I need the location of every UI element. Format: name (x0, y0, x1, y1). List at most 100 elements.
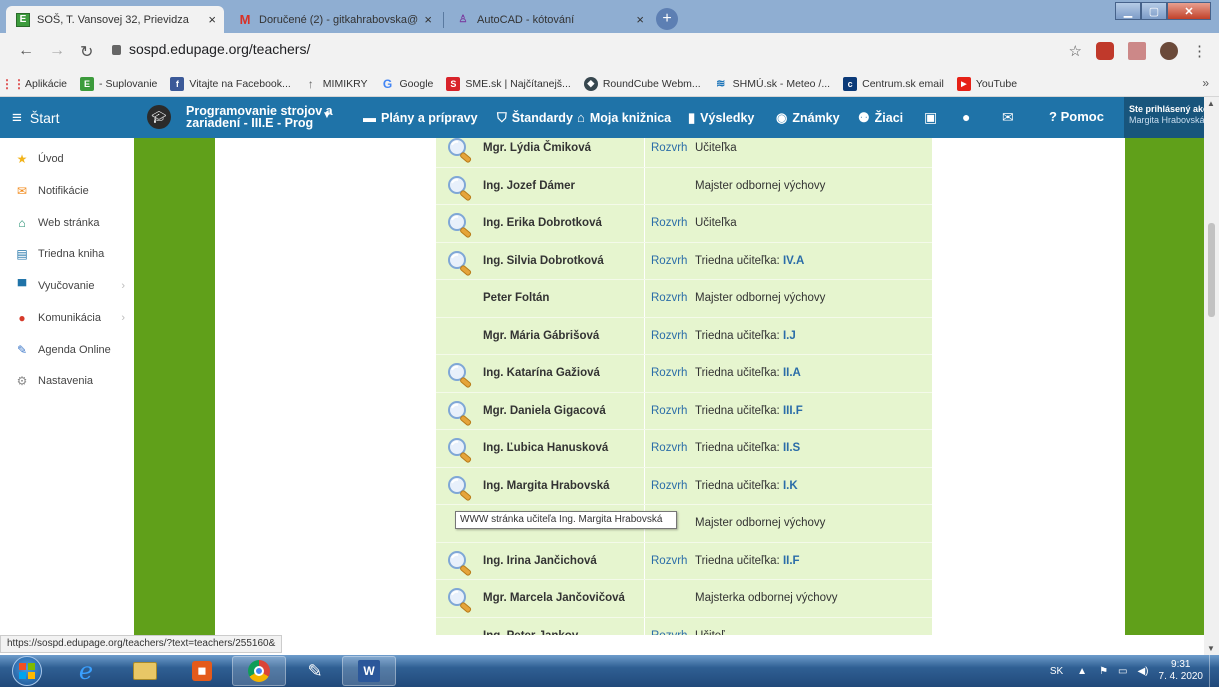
start-button[interactable]: ≡ Štart (12, 108, 60, 128)
url-field[interactable]: sospd.edupage.org/teachers/ (112, 41, 310, 57)
taskbar-ie[interactable]: e (59, 656, 113, 686)
close-icon[interactable]: × (636, 12, 644, 27)
sidebar-item-agenda[interactable]: ✎ Agenda Online (14, 342, 129, 358)
bookmark-facebook[interactable]: f Vitajte na Facebook... (170, 76, 291, 91)
role-text: Učiteľ (695, 630, 725, 636)
chevron-down-icon[interactable]: ▼ (322, 110, 332, 121)
magnifier-icon[interactable] (446, 362, 474, 388)
schedule-link[interactable]: Rozvrh (651, 405, 687, 417)
bookmark-mimikry[interactable]: ↑ MIMIKRY (304, 77, 368, 91)
mail-icon[interactable]: ✉ (1002, 109, 1014, 126)
language-indicator[interactable]: SK (1050, 666, 1063, 677)
chat-bubbles-icon[interactable]: ● (962, 109, 970, 125)
scroll-up-icon[interactable]: ▲ (1207, 99, 1215, 108)
tray-expand-icon[interactable]: ▲ (1077, 666, 1087, 677)
windows-start-button[interactable] (12, 656, 42, 686)
avatar[interactable] (1160, 42, 1178, 60)
magnifier-icon[interactable] (446, 400, 474, 426)
bookmark-shmu[interactable]: ≋ SHMÚ.sk - Meteo /... (714, 77, 830, 91)
maximize-button[interactable]: ▢ (1141, 2, 1167, 20)
magnifier-icon[interactable] (446, 212, 474, 238)
schedule-link[interactable]: Rozvrh (651, 367, 687, 379)
bookmark-apps[interactable]: ⋮⋮ Aplikácie (1, 77, 67, 91)
bookmark-roundcube[interactable]: ◆ RoundCube Webm... (583, 76, 701, 91)
bookmark-youtube[interactable]: ▶ YouTube (956, 76, 1017, 91)
taskbar-word[interactable]: W (342, 656, 396, 686)
menu-standardy[interactable]: ⛉ Štandardy (497, 110, 573, 126)
schedule-link[interactable]: Rozvrh (651, 330, 687, 342)
menu-ziaci[interactable]: ⚉ Žiaci (858, 110, 903, 126)
bookmark-sme[interactable]: S SME.sk | Najčítanejš... (446, 76, 571, 91)
sidebar-item-uvod[interactable]: ★ Úvod (14, 151, 129, 167)
menu-dots-icon[interactable]: ⋮ (1192, 42, 1207, 60)
close-icon[interactable]: × (424, 12, 432, 27)
show-desktop-button[interactable] (1209, 655, 1219, 687)
user-box[interactable]: Ste prihlásený ako Margita Hrabovská (1124, 97, 1213, 138)
course-selector[interactable]: Programovanie strojov a zariadení - III.… (186, 105, 333, 130)
schedule-link[interactable]: Rozvrh (651, 292, 687, 304)
tooltip: WWW stránka učiteľa Ing. Margita Hrabovs… (455, 511, 677, 529)
schedule-link[interactable]: Rozvrh (651, 142, 687, 154)
class-link[interactable]: II.S (783, 442, 800, 454)
bookmark-centrum[interactable]: c Centrum.sk email (843, 76, 944, 91)
new-tab-button[interactable]: + (656, 8, 678, 30)
taskbar-media[interactable]: ◼ (175, 656, 229, 686)
class-link[interactable]: III.F (783, 405, 803, 417)
magnifier-icon[interactable] (446, 475, 474, 501)
tab-gmail[interactable]: M Doručené (2) - gitkahrabovska@ × (228, 6, 440, 33)
class-link[interactable]: I.K (783, 480, 798, 492)
scroll-down-icon[interactable]: ▼ (1207, 644, 1215, 653)
scroll-thumb[interactable] (1208, 223, 1215, 317)
sidebar-item-notifikacie[interactable]: ✉ Notifikácie (14, 183, 129, 199)
tab-autocad[interactable]: ♙ AutoCAD - kótování × (446, 6, 652, 33)
sidebar-item-triedna[interactable]: ▤ Triedna kniha (14, 246, 129, 262)
menu-znamky[interactable]: ◉ Známky (776, 110, 840, 126)
magnifier-icon[interactable] (446, 550, 474, 576)
close-icon[interactable]: × (208, 12, 216, 27)
sidebar-item-komunikacia[interactable]: ● Komunikácia › (14, 310, 129, 326)
back-icon[interactable]: ← (18, 42, 34, 60)
magnifier-icon[interactable] (446, 587, 474, 613)
help-button[interactable]: ? Pomoc (1049, 109, 1104, 124)
clock[interactable]: 9:31 7. 4. 2020 (1159, 659, 1203, 683)
bookmarks-overflow-button[interactable]: » (1202, 76, 1209, 90)
bookmark-suplovanie[interactable]: E - Suplovanie (80, 76, 157, 91)
taskbar-explorer[interactable] (118, 656, 172, 686)
rss-icon[interactable]: ▣ (924, 109, 937, 126)
pdf-extension-icon[interactable] (1128, 42, 1146, 60)
schedule-link[interactable]: Rozvrh (651, 555, 687, 567)
minimize-button[interactable]: ▁ (1115, 2, 1141, 20)
bookmark-google[interactable]: G Google (381, 77, 434, 91)
tab-edupage[interactable]: E SOŠ, T. Vansovej 32, Prievidza × (6, 6, 224, 33)
bookmark-star-icon[interactable]: ☆ (1069, 42, 1082, 60)
menu-kniznica[interactable]: ⌂ Moja knižnica (577, 110, 671, 125)
magnifier-icon[interactable] (446, 250, 474, 276)
sidebar-item-web[interactable]: ⌂ Web stránka (14, 215, 129, 231)
class-link[interactable]: I.J (783, 330, 796, 342)
class-link[interactable]: II.A (783, 367, 801, 379)
forward-icon[interactable]: → (49, 42, 65, 60)
network-icon[interactable]: ▭ (1118, 666, 1127, 677)
sidebar-item-nastavenia[interactable]: ⚙ Nastavenia (14, 373, 129, 389)
reload-icon[interactable]: ↻ (80, 42, 93, 62)
schedule-link[interactable]: Rozvrh (651, 630, 687, 636)
magnifier-icon[interactable] (446, 437, 474, 463)
volume-icon[interactable]: ◀) (1137, 666, 1148, 677)
schedule-link[interactable]: Rozvrh (651, 255, 687, 267)
taskbar-chrome[interactable] (232, 656, 286, 686)
flag-icon[interactable]: ⚑ (1099, 666, 1108, 677)
sidebar-item-vyucovanie[interactable]: ▀ Vyučovanie › (14, 278, 129, 294)
vertical-scrollbar[interactable]: ▲ ▼ (1204, 97, 1219, 655)
schedule-link[interactable]: Rozvrh (651, 442, 687, 454)
schedule-link[interactable]: Rozvrh (651, 480, 687, 492)
class-link[interactable]: IV.A (783, 255, 804, 267)
menu-plany[interactable]: ▬ Plány a prípravy (363, 110, 478, 125)
taskbar-paint[interactable]: ✎ (288, 656, 342, 686)
magnifier-icon[interactable] (446, 175, 474, 201)
magnifier-icon[interactable] (446, 138, 474, 163)
schedule-link[interactable]: Rozvrh (651, 217, 687, 229)
class-link[interactable]: II.F (783, 555, 800, 567)
abp-extension-icon[interactable] (1096, 42, 1114, 60)
menu-vysledky[interactable]: ▮ Výsledky (688, 110, 754, 126)
window-close-button[interactable]: ✕ (1167, 2, 1211, 20)
